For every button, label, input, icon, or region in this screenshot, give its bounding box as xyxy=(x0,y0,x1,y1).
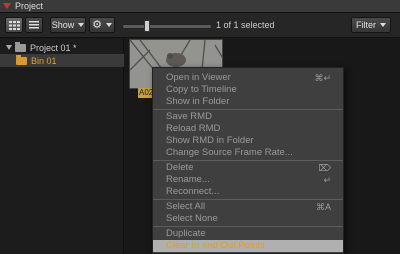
filter-label: Filter xyxy=(356,20,376,30)
tree-item-project[interactable]: Project 01 * xyxy=(0,41,124,54)
grid-view-icon xyxy=(8,20,20,30)
menu-item-copy-to-timeline[interactable]: Copy to Timeline xyxy=(153,84,343,96)
menu-shortcut: ↵ xyxy=(323,175,331,185)
list-view-icon xyxy=(29,21,39,29)
menu-item-select-all[interactable]: Select All ⌘A xyxy=(153,201,343,213)
gear-icon: ⚙ xyxy=(92,19,102,31)
panel-titlebar: Project xyxy=(0,0,400,13)
menu-item-label: Select None xyxy=(166,213,218,224)
menu-item-label: Open in Viewer xyxy=(166,72,231,83)
panel-title: Project xyxy=(15,1,44,11)
menu-item-label: Reload RMD xyxy=(166,123,221,134)
thumbnail-size-slider[interactable] xyxy=(122,24,212,29)
menu-item-label: Clear In and Out Points xyxy=(166,240,265,251)
filter-dropdown[interactable]: Filter xyxy=(351,17,391,33)
menu-separator xyxy=(153,226,343,227)
selection-count: 1 of 1 selected xyxy=(216,20,275,30)
folder-icon xyxy=(15,41,26,52)
menu-separator xyxy=(153,160,343,161)
menu-item-label: Change Source Frame Rate... xyxy=(166,147,293,158)
collapse-triangle-icon[interactable] xyxy=(3,3,11,9)
context-menu: Open in Viewer ⌘↵ Copy to Timeline Show … xyxy=(152,67,344,254)
menu-item-label: Save RMD xyxy=(166,111,212,122)
menu-item-label: Reconnect... xyxy=(166,186,220,197)
menu-shortcut: ⌦ xyxy=(318,163,331,173)
grid-view-button[interactable] xyxy=(5,17,23,33)
menu-item-show-in-folder[interactable]: Show in Folder xyxy=(153,96,343,108)
toolbar: Show ⚙ 1 of 1 selected Filter xyxy=(0,13,400,38)
disclosure-triangle-icon[interactable] xyxy=(6,45,12,50)
show-dropdown[interactable]: Show xyxy=(50,17,86,33)
menu-item-delete[interactable]: Delete ⌦ xyxy=(153,162,343,174)
menu-item-change-source-frame-rate[interactable]: Change Source Frame Rate... xyxy=(153,147,343,159)
menu-item-label: Rename... xyxy=(166,174,210,185)
menu-item-open-in-viewer[interactable]: Open in Viewer ⌘↵ xyxy=(153,72,343,84)
menu-item-reload-rmd[interactable]: Reload RMD xyxy=(153,123,343,135)
menu-shortcut: ⌘A xyxy=(315,202,331,212)
menu-shortcut: ⌘↵ xyxy=(314,73,331,83)
menu-item-save-rmd[interactable]: Save RMD xyxy=(153,111,343,123)
menu-item-select-none[interactable]: Select None xyxy=(153,213,343,225)
settings-dropdown[interactable]: ⚙ xyxy=(89,17,115,33)
bin-folder-icon xyxy=(16,54,27,65)
menu-separator xyxy=(153,199,343,200)
project-tree: Project 01 * Bin 01 xyxy=(0,39,124,254)
bin-label: Bin 01 xyxy=(31,55,57,66)
chevron-down-icon xyxy=(105,23,112,27)
menu-item-rename[interactable]: Rename... ↵ xyxy=(153,174,343,186)
tree-item-bin[interactable]: Bin 01 xyxy=(0,54,124,67)
menu-item-label: Duplicate xyxy=(166,228,206,239)
show-dropdown-label: Show xyxy=(51,20,75,30)
project-label: Project 01 * xyxy=(30,42,77,53)
menu-item-label: Show RMD in Folder xyxy=(166,135,254,146)
list-view-button[interactable] xyxy=(25,17,43,33)
menu-item-show-rmd-in-folder[interactable]: Show RMD in Folder xyxy=(153,135,343,147)
menu-item-clear-in-out-points[interactable]: Clear In and Out Points xyxy=(153,240,343,252)
chevron-down-icon xyxy=(380,23,386,27)
menu-item-label: Select All xyxy=(166,201,206,212)
slider-handle[interactable] xyxy=(144,20,150,32)
menu-item-reconnect[interactable]: Reconnect... xyxy=(153,186,343,198)
menu-item-duplicate[interactable]: Duplicate xyxy=(153,228,343,240)
menu-item-label: Delete xyxy=(166,162,194,173)
chevron-down-icon xyxy=(78,23,85,27)
menu-separator xyxy=(153,109,343,110)
menu-item-label: Copy to Timeline xyxy=(166,84,237,95)
menu-item-label: Show in Folder xyxy=(166,96,230,107)
